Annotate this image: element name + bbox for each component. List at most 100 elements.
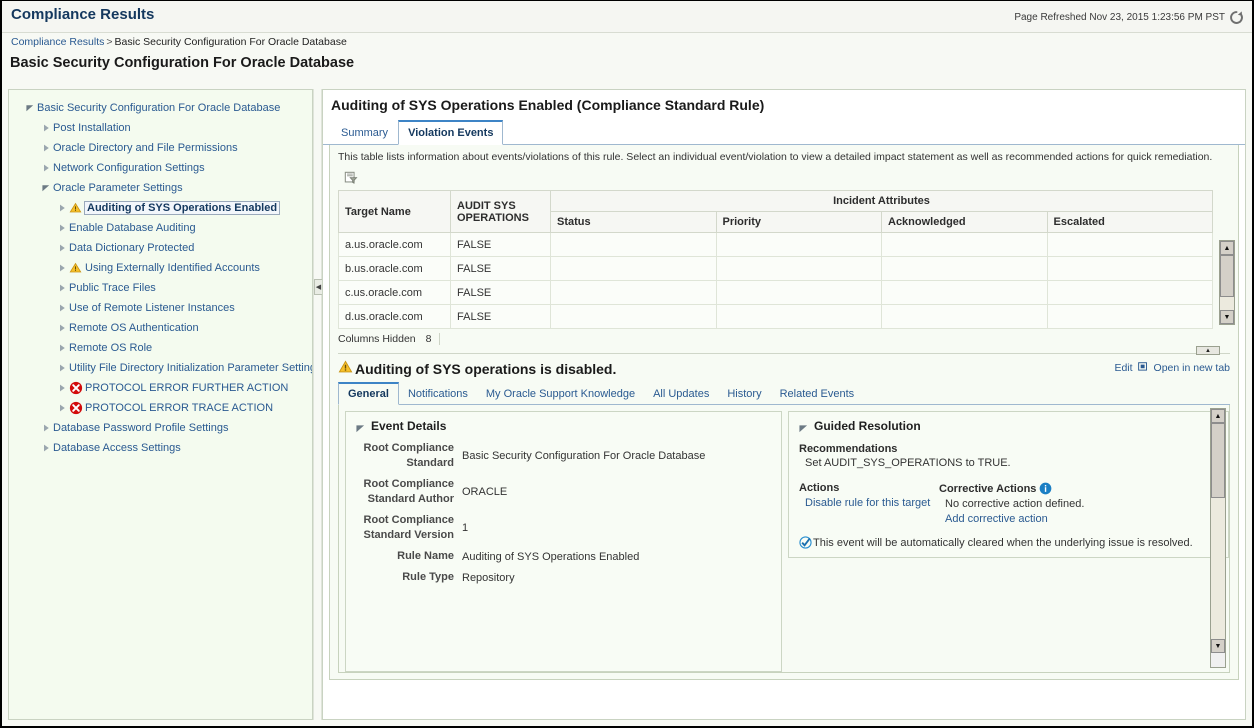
- tree-item-oracle-parameter-settings[interactable]: Oracle Parameter Settings: [9, 178, 312, 198]
- tree-collapse-icon[interactable]: [39, 424, 53, 432]
- tree-expand-icon[interactable]: [23, 104, 37, 112]
- table-row[interactable]: d.us.oracle.com FALSE: [338, 304, 1213, 329]
- scroll-thumb[interactable]: [1211, 423, 1225, 498]
- cell-priority[interactable]: [715, 232, 882, 257]
- tab-general[interactable]: General: [338, 382, 399, 405]
- tree-expand-icon[interactable]: [39, 184, 53, 192]
- cell-audit-sys-operations[interactable]: FALSE: [450, 304, 551, 329]
- tree-item-label[interactable]: PROTOCOL ERROR FURTHER ACTION: [85, 382, 288, 394]
- tree-collapse-icon[interactable]: [39, 164, 53, 172]
- tree-collapse-icon[interactable]: [39, 124, 53, 132]
- column-header-acknowledged[interactable]: Acknowledged: [881, 211, 1048, 233]
- panel-splitter[interactable]: ◀: [313, 89, 323, 720]
- tree-item-use-of-remote-listener-instances[interactable]: Use of Remote Listener Instances: [9, 298, 312, 318]
- cell-target-name[interactable]: a.us.oracle.com: [338, 232, 451, 257]
- cell-target-name[interactable]: b.us.oracle.com: [338, 256, 451, 281]
- cell-escalated[interactable]: [1046, 280, 1213, 305]
- cell-priority[interactable]: [715, 280, 882, 305]
- column-header-priority[interactable]: Priority: [715, 211, 882, 233]
- cell-acknowledged[interactable]: [881, 232, 1048, 257]
- tree-item-label[interactable]: Enable Database Auditing: [69, 222, 196, 234]
- column-header-status[interactable]: Status: [550, 211, 717, 233]
- cell-acknowledged[interactable]: [881, 304, 1048, 329]
- tree-item-database-password-profile-settings[interactable]: Database Password Profile Settings: [9, 418, 312, 438]
- table-row[interactable]: c.us.oracle.com FALSE: [338, 280, 1213, 305]
- tab-related-events[interactable]: Related Events: [771, 384, 864, 404]
- cell-target-name[interactable]: c.us.oracle.com: [338, 280, 451, 305]
- tree-collapse-icon[interactable]: [55, 384, 69, 392]
- table-row[interactable]: b.us.oracle.com FALSE: [338, 256, 1213, 281]
- tree-item-label[interactable]: Data Dictionary Protected: [69, 242, 194, 254]
- add-corrective-action-link[interactable]: Add corrective action: [939, 513, 1218, 525]
- cell-audit-sys-operations[interactable]: FALSE: [450, 280, 551, 305]
- tree-collapse-icon[interactable]: [55, 404, 69, 412]
- scroll-down-arrow[interactable]: ▼: [1211, 639, 1225, 653]
- tree-item-label[interactable]: Oracle Directory and File Permissions: [53, 142, 238, 154]
- query-by-example-icon[interactable]: [340, 168, 362, 187]
- tree-item-label[interactable]: Database Access Settings: [53, 442, 181, 454]
- scroll-track[interactable]: [1220, 297, 1234, 310]
- tree-collapse-icon[interactable]: [55, 244, 69, 252]
- tree-collapse-icon[interactable]: [55, 264, 69, 272]
- cell-audit-sys-operations[interactable]: FALSE: [450, 256, 551, 281]
- tab-my-oracle-support-knowledge[interactable]: My Oracle Support Knowledge: [477, 384, 644, 404]
- table-row[interactable]: a.us.oracle.com FALSE: [338, 232, 1213, 257]
- tree-item-protocol-error-trace-action[interactable]: PROTOCOL ERROR TRACE ACTION: [9, 398, 312, 418]
- tree-item-network-configuration-settings[interactable]: Network Configuration Settings: [9, 158, 312, 178]
- column-header-target-name[interactable]: Target Name: [338, 190, 451, 233]
- tree-collapse-icon[interactable]: [55, 344, 69, 352]
- tree-item-label[interactable]: Basic Security Configuration For Oracle …: [37, 102, 280, 114]
- tree-item-label[interactable]: Remote OS Role: [69, 342, 152, 354]
- tab-all-updates[interactable]: All Updates: [644, 384, 718, 404]
- cell-status[interactable]: [550, 304, 717, 329]
- event-detail-scrollbar[interactable]: ▲ ▼: [1210, 408, 1226, 668]
- breadcrumb-link-root[interactable]: Compliance Results: [11, 36, 104, 48]
- disable-rule-link[interactable]: Disable rule for this target: [799, 497, 939, 509]
- tree-item-label[interactable]: Use of Remote Listener Instances: [69, 302, 235, 314]
- tree-item-protocol-error-further-action[interactable]: PROTOCOL ERROR FURTHER ACTION: [9, 378, 312, 398]
- refresh-icon[interactable]: [1229, 10, 1244, 25]
- tree-item-auditing-of-sys-operations-enabled[interactable]: Auditing of SYS Operations Enabled: [9, 198, 312, 218]
- tree-item-public-trace-files[interactable]: Public Trace Files: [9, 278, 312, 298]
- tree-collapse-icon[interactable]: [55, 364, 69, 372]
- tree-item-utility-file-directory-initialization-parameter-setting[interactable]: Utility File Directory Initialization Pa…: [9, 358, 312, 378]
- tree-item-basic-security-configuration-for-oracle-database[interactable]: Basic Security Configuration For Oracle …: [9, 98, 312, 118]
- cell-priority[interactable]: [715, 304, 882, 329]
- tab-history[interactable]: History: [718, 384, 770, 404]
- tree-collapse-icon[interactable]: [55, 324, 69, 332]
- tree-item-label[interactable]: Public Trace Files: [69, 282, 156, 294]
- cell-status[interactable]: [550, 232, 717, 257]
- column-header-audit-sys-operations[interactable]: AUDIT SYS OPERATIONS: [450, 190, 551, 233]
- tree-item-label[interactable]: Utility File Directory Initialization Pa…: [69, 362, 312, 374]
- tab-summary[interactable]: Summary: [331, 121, 398, 144]
- tree-collapse-icon[interactable]: [39, 144, 53, 152]
- cell-acknowledged[interactable]: [881, 256, 1048, 281]
- scroll-up-arrow[interactable]: ▲: [1220, 241, 1234, 255]
- tree-item-label[interactable]: Database Password Profile Settings: [53, 422, 228, 434]
- open-in-new-tab-link[interactable]: Open in new tab: [1154, 362, 1230, 374]
- scroll-down-arrow[interactable]: ▼: [1220, 310, 1234, 324]
- info-icon[interactable]: [1039, 482, 1052, 495]
- tree-item-database-access-settings[interactable]: Database Access Settings: [9, 438, 312, 458]
- tree-item-label[interactable]: Remote OS Authentication: [69, 322, 199, 334]
- cell-status[interactable]: [550, 280, 717, 305]
- cell-escalated[interactable]: [1046, 232, 1213, 257]
- tab-notifications[interactable]: Notifications: [399, 384, 477, 404]
- tree-item-remote-os-authentication[interactable]: Remote OS Authentication: [9, 318, 312, 338]
- tree-item-enable-database-auditing[interactable]: Enable Database Auditing: [9, 218, 312, 238]
- tree-collapse-icon[interactable]: [55, 224, 69, 232]
- tree-item-label[interactable]: Oracle Parameter Settings: [53, 182, 183, 194]
- cell-priority[interactable]: [715, 256, 882, 281]
- disclosure-triangle-icon[interactable]: [799, 422, 808, 432]
- tree-item-post-installation[interactable]: Post Installation: [9, 118, 312, 138]
- tree-item-remote-os-role[interactable]: Remote OS Role: [9, 338, 312, 358]
- column-header-escalated[interactable]: Escalated: [1046, 211, 1213, 233]
- tree-item-label[interactable]: PROTOCOL ERROR TRACE ACTION: [85, 402, 273, 414]
- collapse-section-toggle[interactable]: ▲: [1196, 346, 1220, 355]
- scroll-thumb[interactable]: [1220, 255, 1234, 297]
- scroll-track[interactable]: [1211, 498, 1225, 639]
- cell-status[interactable]: [550, 256, 717, 281]
- events-table-scrollbar[interactable]: ▲ ▼: [1219, 240, 1235, 325]
- cell-escalated[interactable]: [1046, 304, 1213, 329]
- cell-escalated[interactable]: [1046, 256, 1213, 281]
